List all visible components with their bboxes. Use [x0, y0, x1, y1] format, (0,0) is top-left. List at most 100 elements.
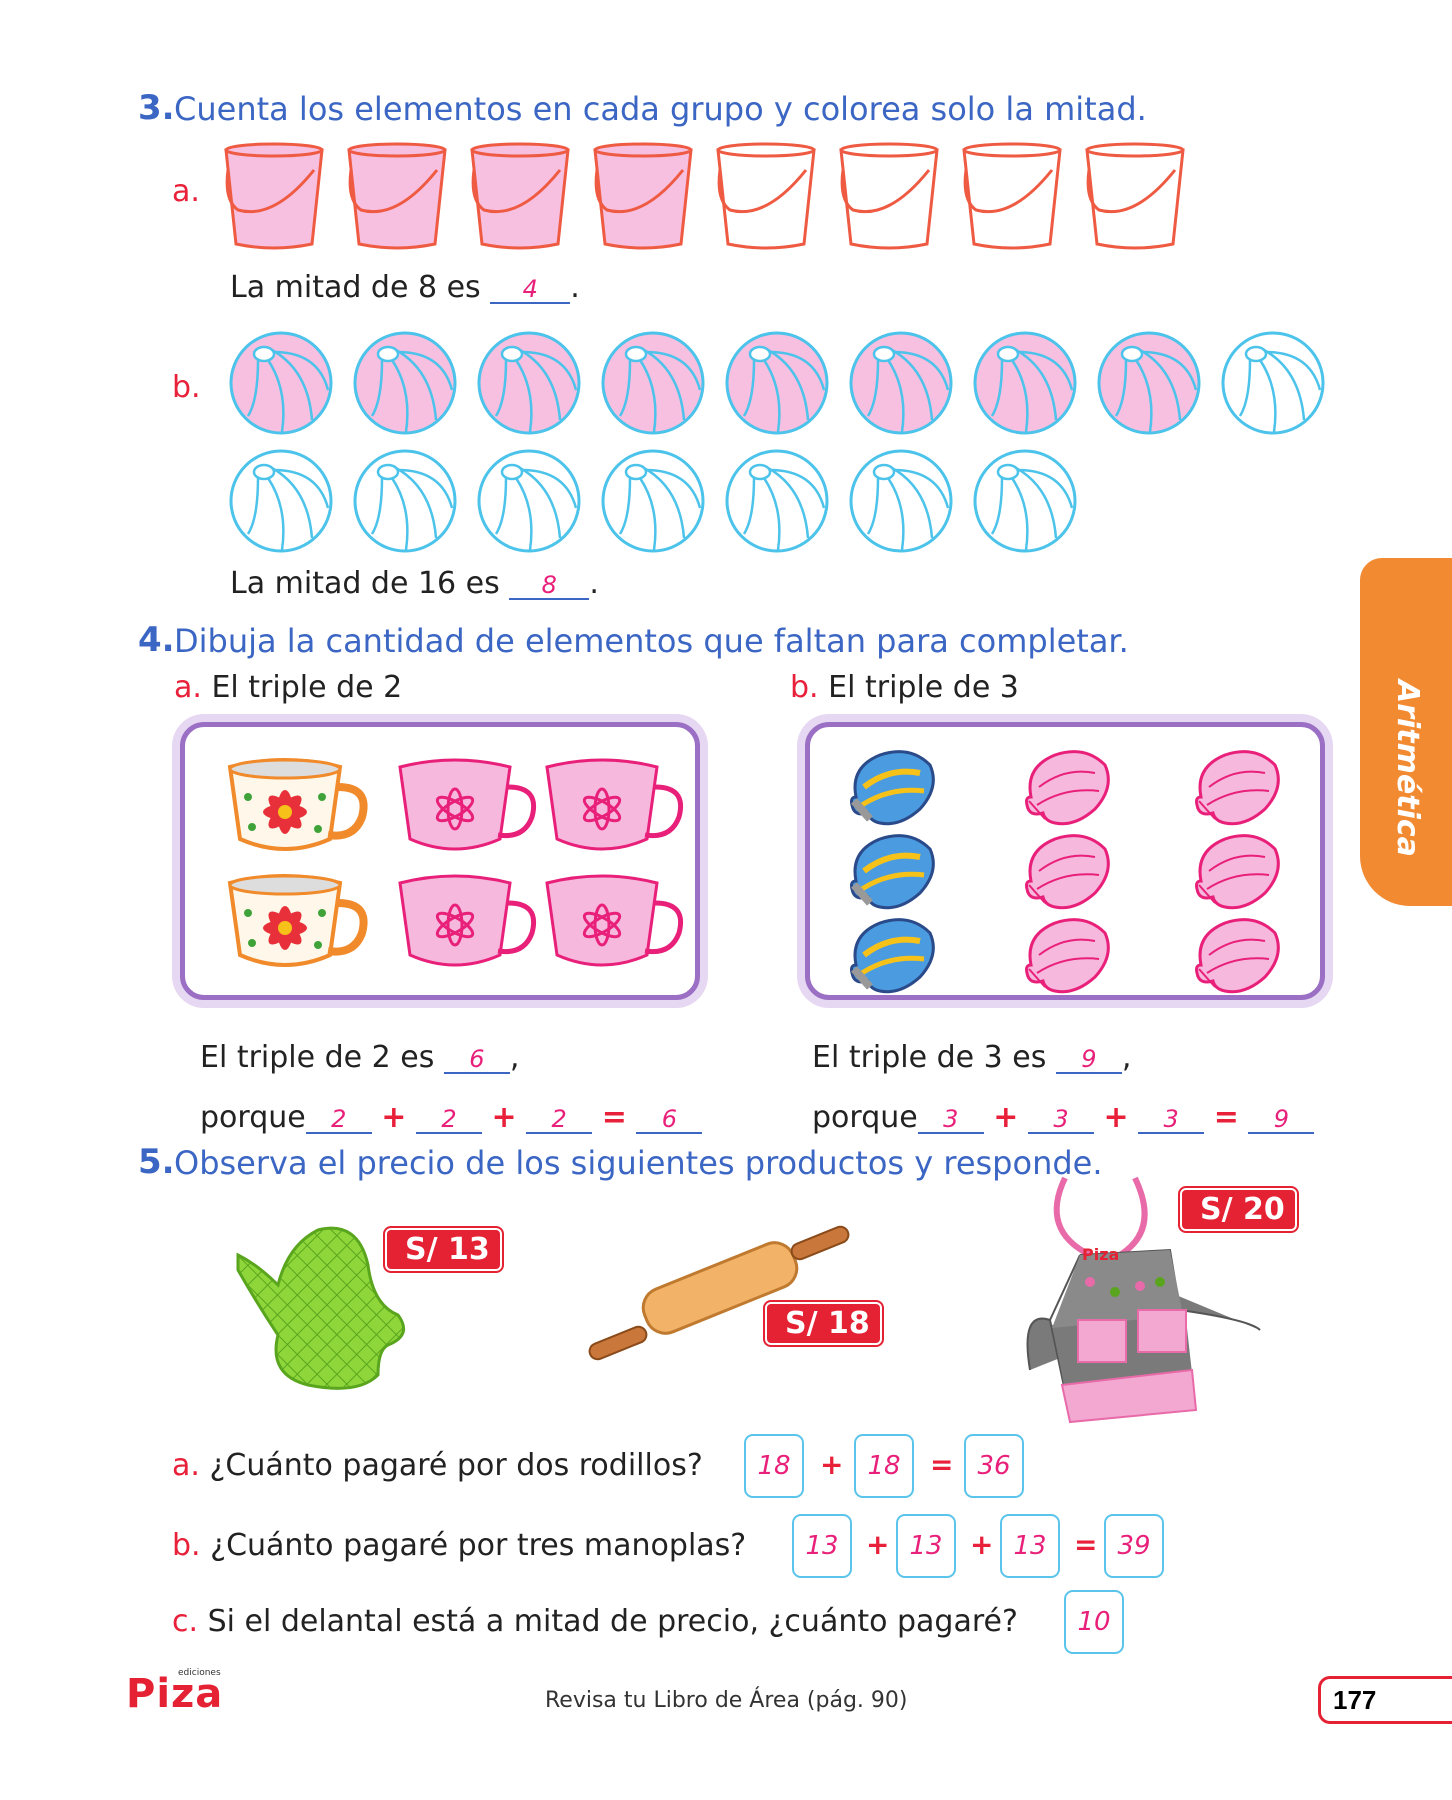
q4b-line1-text: El triple de 3 es — [812, 1040, 1047, 1075]
cup-drawn-1 — [398, 758, 536, 851]
ball-colored[interactable] — [600, 330, 706, 436]
ball-colored[interactable] — [352, 330, 458, 436]
q4b-label: b. — [790, 670, 819, 705]
q5b-plus-1: + — [866, 1528, 890, 1561]
q4a-result[interactable]: 6 — [636, 1106, 703, 1134]
mitten-drawn — [1195, 750, 1280, 826]
bucket-colored[interactable] — [464, 140, 576, 252]
ball-empty[interactable] — [600, 448, 706, 554]
cup-drawn-4 — [545, 874, 683, 967]
q4a-title-text: El triple de 2 — [211, 670, 403, 705]
q5a-text: ¿Cuánto pagaré por dos rodillos? — [209, 1448, 703, 1483]
q5a-equals: = — [930, 1448, 954, 1481]
q5b-label: b. — [172, 1528, 201, 1563]
q5b-box-2[interactable]: 13 — [896, 1514, 956, 1578]
cup-drawn-2 — [545, 758, 683, 851]
ball-colored[interactable] — [724, 330, 830, 436]
ball-colored[interactable] — [228, 330, 334, 436]
q5c-box-result[interactable]: 10 — [1064, 1590, 1124, 1654]
ball-empty[interactable] — [228, 448, 334, 554]
ball-empty[interactable] — [848, 448, 954, 554]
mitten-drawn — [1025, 918, 1110, 994]
bucket-colored[interactable] — [218, 140, 330, 252]
ball-colored[interactable] — [476, 330, 582, 436]
rolling-pin-price-tag: S/ 18 — [765, 1302, 882, 1345]
cup-original-2 — [227, 874, 368, 967]
question-4-number: 4. — [138, 620, 175, 660]
q5c-question: c. Si el delantal está a mitad de precio… — [172, 1604, 1018, 1639]
q4a-line1-text: El triple de 2 es — [200, 1040, 435, 1075]
q3b-label: b. — [172, 370, 201, 405]
section-tab-label: Aritmética — [1390, 680, 1425, 857]
q5b-box-result[interactable]: 39 — [1104, 1514, 1164, 1578]
mitten-drawn — [1195, 918, 1280, 994]
question-5-number: 5. — [138, 1142, 175, 1182]
q5a-box-result[interactable]: 36 — [964, 1434, 1024, 1498]
apron-logo: Piza — [1082, 1245, 1119, 1264]
q4a-plus-1: + — [381, 1100, 407, 1135]
bucket-colored[interactable] — [587, 140, 699, 252]
q5a-box-2[interactable]: 18 — [854, 1434, 914, 1498]
q4b-term-1[interactable]: 3 — [917, 1106, 984, 1134]
mitten-drawn — [1025, 750, 1110, 826]
ball-colored[interactable] — [1096, 330, 1202, 436]
ball-empty[interactable] — [476, 448, 582, 554]
mitten-drawn — [1025, 834, 1110, 910]
ball-empty[interactable] — [972, 448, 1078, 554]
page-number: 177 — [1318, 1676, 1452, 1724]
publisher-logo: ediciones Piza — [126, 1668, 223, 1714]
q4b-line2: porque 3 + 3 + 3 = 9 — [812, 1100, 1315, 1135]
mitten-original — [850, 918, 935, 994]
mitt-price-tag: S/ 13 — [385, 1228, 502, 1271]
q4a-term-1[interactable]: 2 — [305, 1106, 372, 1134]
question-3-text: Cuenta los elementos en cada grupo y col… — [174, 90, 1147, 128]
q3b-sentence: La mitad de 16 es 8. — [230, 566, 599, 601]
q4a-line1: El triple de 2 es 6, — [200, 1040, 519, 1075]
q4b-term-2[interactable]: 3 — [1027, 1106, 1094, 1134]
q3a-label: a. — [172, 174, 200, 209]
cup-original-1 — [227, 758, 368, 851]
q4b-equals: = — [1213, 1100, 1239, 1135]
bucket-empty[interactable] — [956, 140, 1068, 252]
footer-note: Revisa tu Libro de Área (pág. 90) — [545, 1688, 908, 1713]
q4b-plus-1: + — [993, 1100, 1019, 1135]
apron-price-tag: S/ 20 — [1180, 1188, 1297, 1231]
q4b-plus-2: + — [1103, 1100, 1129, 1135]
q5b-box-3[interactable]: 13 — [1000, 1514, 1060, 1578]
q4a-line1-blank[interactable]: 6 — [443, 1046, 510, 1074]
q3a-period: . — [570, 270, 580, 305]
q4b-result[interactable]: 9 — [1248, 1106, 1315, 1134]
q3a-answer-blank[interactable]: 4 — [490, 276, 571, 304]
ball-colored[interactable] — [848, 330, 954, 436]
q3b-answer-blank[interactable]: 8 — [509, 572, 590, 600]
ball-empty[interactable] — [1220, 330, 1326, 436]
ball-empty[interactable] — [724, 448, 830, 554]
mitten-original — [850, 750, 935, 826]
q5a-box-1[interactable]: 18 — [744, 1434, 804, 1498]
ball-empty[interactable] — [352, 448, 458, 554]
mitten-original — [850, 834, 935, 910]
q4a-term-2[interactable]: 2 — [415, 1106, 482, 1134]
q4b-comma: , — [1121, 1040, 1132, 1075]
q4b-title: b. El triple de 3 — [790, 670, 1019, 705]
publisher-logo-small: ediciones — [178, 1668, 221, 1678]
bucket-colored[interactable] — [341, 140, 453, 252]
q5b-text: ¿Cuánto pagaré por tres manoplas? — [210, 1528, 747, 1563]
q5a-plus: + — [820, 1448, 844, 1481]
question-4-text: Dibuja la cantidad de elementos que falt… — [174, 622, 1129, 660]
ball-colored[interactable] — [972, 330, 1078, 436]
q5b-question: b. ¿Cuánto pagaré por tres manoplas? — [172, 1528, 746, 1563]
q5b-box-1[interactable]: 13 — [792, 1514, 852, 1578]
q5c-text: Si el delantal está a mitad de precio, ¿… — [207, 1604, 1018, 1639]
q4b-porque: porque — [812, 1100, 918, 1135]
q4b-line1-blank[interactable]: 9 — [1055, 1046, 1122, 1074]
bucket-empty[interactable] — [833, 140, 945, 252]
q4a-term-3[interactable]: 2 — [526, 1106, 593, 1134]
bucket-empty[interactable] — [710, 140, 822, 252]
q4b-term-3[interactable]: 3 — [1138, 1106, 1205, 1134]
q3a-sentence: La mitad de 8 es 4. — [230, 270, 580, 305]
q5a-question: a. ¿Cuánto pagaré por dos rodillos? — [172, 1448, 703, 1483]
mittens-panel — [805, 722, 1325, 1000]
bucket-empty[interactable] — [1079, 140, 1191, 252]
q5b-plus-2: + — [970, 1528, 994, 1561]
